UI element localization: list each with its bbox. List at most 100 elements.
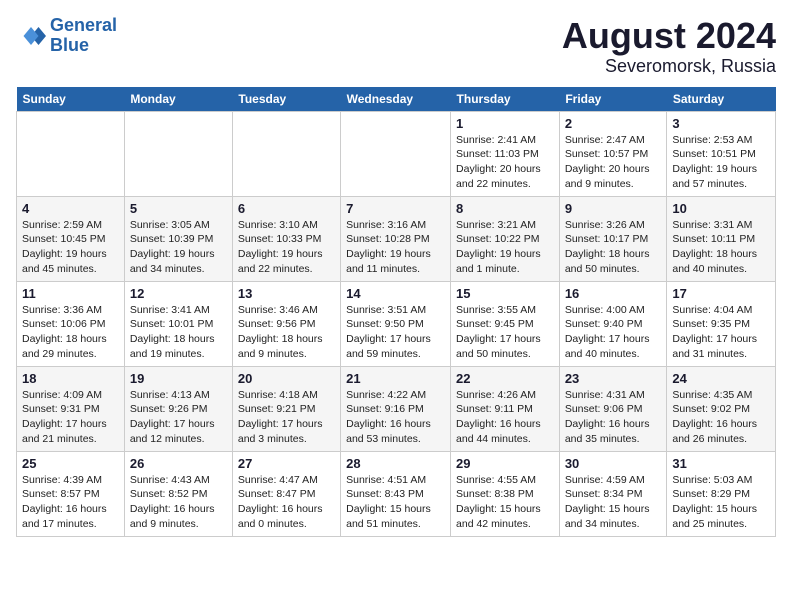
day-info: Sunrise: 3:55 AM Sunset: 9:45 PM Dayligh… (456, 303, 554, 362)
calendar-cell: 2 Sunrise: 2:47 AM Sunset: 10:57 PM Dayli… (559, 111, 667, 196)
weekday-header-wednesday: Wednesday (341, 87, 451, 112)
calendar-cell: 20 Sunrise: 4:18 AM Sunset: 9:21 PM Dayli… (232, 366, 340, 451)
calendar-cell: 19 Sunrise: 4:13 AM Sunset: 9:26 PM Dayli… (124, 366, 232, 451)
calendar-cell: 9Sunrise: 3:26 AM Sunset: 10:17 PM Dayli… (559, 196, 667, 281)
day-info: Sunrise: 4:47 AM Sunset: 8:47 PM Dayligh… (238, 473, 335, 532)
day-info: Sunrise: 2:59 AM Sunset: 10:45 PM Daylig… (22, 218, 119, 277)
day-info: Sunrise: 4:51 AM Sunset: 8:43 PM Dayligh… (346, 473, 445, 532)
weekday-header-tuesday: Tuesday (232, 87, 340, 112)
day-number: 30 (565, 456, 662, 471)
calendar-week-3: 11 Sunrise: 3:36 AM Sunset: 10:06 PM Dayl… (17, 281, 776, 366)
weekday-header-row: SundayMondayTuesdayWednesdayThursdayFrid… (17, 87, 776, 112)
day-number: 14 (346, 286, 445, 301)
day-number: 11 (22, 286, 119, 301)
calendar-cell: 15Sunrise: 3:55 AM Sunset: 9:45 PM Dayli… (451, 281, 560, 366)
day-number: 20 (238, 371, 335, 386)
calendar-cell: 17 Sunrise: 4:04 AM Sunset: 9:35 PM Dayli… (667, 281, 776, 366)
day-info: Sunrise: 3:51 AM Sunset: 9:50 PM Dayligh… (346, 303, 445, 362)
day-number: 26 (130, 456, 227, 471)
day-number: 8 (456, 201, 554, 216)
calendar-cell: 22 Sunrise: 4:26 AM Sunset: 9:11 PM Dayli… (451, 366, 560, 451)
calendar-cell: 27 Sunrise: 4:47 AM Sunset: 8:47 PM Dayli… (232, 451, 340, 536)
day-number: 4 (22, 201, 119, 216)
day-info: Sunrise: 3:05 AM Sunset: 10:39 PM Daylig… (130, 218, 227, 277)
day-number: 10 (672, 201, 770, 216)
calendar-cell: 21 Sunrise: 4:22 AM Sunset: 9:16 PM Dayli… (341, 366, 451, 451)
day-number: 7 (346, 201, 445, 216)
calendar-cell: 30 Sunrise: 4:59 AM Sunset: 8:34 PM Dayli… (559, 451, 667, 536)
calendar-cell: 14 Sunrise: 3:51 AM Sunset: 9:50 PM Dayli… (341, 281, 451, 366)
day-number: 2 (565, 116, 662, 131)
day-number: 28 (346, 456, 445, 471)
day-number: 27 (238, 456, 335, 471)
day-number: 24 (672, 371, 770, 386)
calendar-cell: 11 Sunrise: 3:36 AM Sunset: 10:06 PM Dayl… (17, 281, 125, 366)
day-info: Sunrise: 4:26 AM Sunset: 9:11 PM Dayligh… (456, 388, 554, 447)
calendar-week-5: 25 Sunrise: 4:39 AM Sunset: 8:57 PM Dayli… (17, 451, 776, 536)
weekday-header-sunday: Sunday (17, 87, 125, 112)
day-number: 6 (238, 201, 335, 216)
day-number: 18 (22, 371, 119, 386)
day-info: Sunrise: 3:36 AM Sunset: 10:06 PM Daylig… (22, 303, 119, 362)
calendar-week-1: 1Sunrise: 2:41 AM Sunset: 11:03 PM Dayli… (17, 111, 776, 196)
day-info: Sunrise: 2:41 AM Sunset: 11:03 PM Daylig… (456, 133, 554, 192)
day-number: 12 (130, 286, 227, 301)
calendar-cell: 25 Sunrise: 4:39 AM Sunset: 8:57 PM Dayli… (17, 451, 125, 536)
day-info: Sunrise: 4:22 AM Sunset: 9:16 PM Dayligh… (346, 388, 445, 447)
calendar-cell (17, 111, 125, 196)
weekday-header-thursday: Thursday (451, 87, 560, 112)
logo-icon (16, 21, 46, 51)
logo: General Blue (16, 16, 117, 56)
day-info: Sunrise: 4:09 AM Sunset: 9:31 PM Dayligh… (22, 388, 119, 447)
weekday-header-friday: Friday (559, 87, 667, 112)
day-number: 25 (22, 456, 119, 471)
calendar-week-2: 4 Sunrise: 2:59 AM Sunset: 10:45 PM Dayli… (17, 196, 776, 281)
weekday-header-saturday: Saturday (667, 87, 776, 112)
day-number: 5 (130, 201, 227, 216)
day-info: Sunrise: 2:53 AM Sunset: 10:51 PM Daylig… (672, 133, 770, 192)
day-number: 31 (672, 456, 770, 471)
title-block: August 2024 Severomorsk, Russia (562, 16, 776, 77)
calendar-cell (124, 111, 232, 196)
calendar-cell: 10 Sunrise: 3:31 AM Sunset: 10:11 PM Dayl… (667, 196, 776, 281)
calendar-cell: 12 Sunrise: 3:41 AM Sunset: 10:01 PM Dayl… (124, 281, 232, 366)
day-number: 3 (672, 116, 770, 131)
day-info: Sunrise: 3:41 AM Sunset: 10:01 PM Daylig… (130, 303, 227, 362)
day-info: Sunrise: 3:10 AM Sunset: 10:33 PM Daylig… (238, 218, 335, 277)
day-info: Sunrise: 4:04 AM Sunset: 9:35 PM Dayligh… (672, 303, 770, 362)
calendar-cell: 6 Sunrise: 3:10 AM Sunset: 10:33 PM Dayli… (232, 196, 340, 281)
logo-text: General Blue (50, 16, 117, 56)
calendar-cell (341, 111, 451, 196)
calendar-week-4: 18 Sunrise: 4:09 AM Sunset: 9:31 PM Dayli… (17, 366, 776, 451)
day-info: Sunrise: 3:31 AM Sunset: 10:11 PM Daylig… (672, 218, 770, 277)
calendar-cell: 28 Sunrise: 4:51 AM Sunset: 8:43 PM Dayli… (341, 451, 451, 536)
calendar-cell: 18 Sunrise: 4:09 AM Sunset: 9:31 PM Dayli… (17, 366, 125, 451)
logo-line1: General (50, 15, 117, 35)
day-number: 21 (346, 371, 445, 386)
calendar-cell: 8Sunrise: 3:21 AM Sunset: 10:22 PM Dayli… (451, 196, 560, 281)
calendar-cell (232, 111, 340, 196)
calendar-cell: 23Sunrise: 4:31 AM Sunset: 9:06 PM Dayli… (559, 366, 667, 451)
logo-line2: Blue (50, 35, 89, 55)
day-number: 9 (565, 201, 662, 216)
calendar-cell: 29 Sunrise: 4:55 AM Sunset: 8:38 PM Dayli… (451, 451, 560, 536)
day-info: Sunrise: 4:55 AM Sunset: 8:38 PM Dayligh… (456, 473, 554, 532)
page-header: General Blue August 2024 Severomorsk, Ru… (16, 16, 776, 77)
day-info: Sunrise: 4:59 AM Sunset: 8:34 PM Dayligh… (565, 473, 662, 532)
day-info: Sunrise: 3:46 AM Sunset: 9:56 PM Dayligh… (238, 303, 335, 362)
calendar-cell: 26Sunrise: 4:43 AM Sunset: 8:52 PM Dayli… (124, 451, 232, 536)
day-number: 13 (238, 286, 335, 301)
day-info: Sunrise: 4:13 AM Sunset: 9:26 PM Dayligh… (130, 388, 227, 447)
page-title: August 2024 (562, 16, 776, 56)
calendar-cell: 3 Sunrise: 2:53 AM Sunset: 10:51 PM Dayli… (667, 111, 776, 196)
day-number: 22 (456, 371, 554, 386)
calendar-cell: 16Sunrise: 4:00 AM Sunset: 9:40 PM Dayli… (559, 281, 667, 366)
day-number: 29 (456, 456, 554, 471)
day-number: 16 (565, 286, 662, 301)
calendar-cell: 13 Sunrise: 3:46 AM Sunset: 9:56 PM Dayli… (232, 281, 340, 366)
day-info: Sunrise: 4:39 AM Sunset: 8:57 PM Dayligh… (22, 473, 119, 532)
day-info: Sunrise: 2:47 AM Sunset: 10:57 PM Daylig… (565, 133, 662, 192)
day-number: 17 (672, 286, 770, 301)
day-info: Sunrise: 4:18 AM Sunset: 9:21 PM Dayligh… (238, 388, 335, 447)
day-number: 19 (130, 371, 227, 386)
